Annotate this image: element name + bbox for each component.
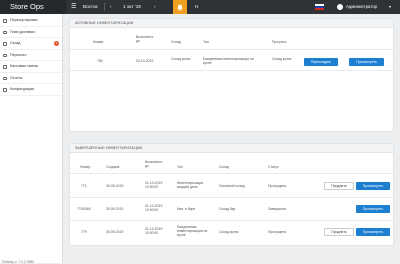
- sidebar: Пересортировки План доставки Склад 1 Перс…: [0, 14, 63, 264]
- column-header: Номер: [93, 40, 104, 44]
- column-header: Номер: [80, 165, 91, 169]
- sidebar-item-label: План доставки: [10, 29, 35, 34]
- cell-type: Ежедневная инвентаризация на кухне: [203, 57, 254, 65]
- cell-due: 02-10-2019: [136, 59, 154, 63]
- sidebar-item-label: Конфигурация: [10, 87, 35, 91]
- view-button[interactable]: Просмотреть: [349, 58, 384, 66]
- extend-button[interactable]: Продлить: [324, 228, 354, 236]
- cash-icon: [3, 65, 7, 69]
- h-label[interactable]: Н: [195, 0, 198, 14]
- cell-warehouse: Склад кухни: [219, 230, 239, 234]
- completed-inventories-panel: ЗАВЕРШЕННЫЕ ИНВЕНТАРИЗАЦИИ Номер Создана…: [69, 143, 394, 246]
- view-button[interactable]: Просмотреть: [356, 205, 390, 213]
- divider: [70, 197, 393, 198]
- calendar-icon: [3, 30, 7, 34]
- cell-created: 30-09-2019: [106, 230, 124, 234]
- cell-number: 771: [81, 184, 87, 188]
- report-icon: [3, 76, 7, 80]
- cell-status: Пропущена: [268, 184, 287, 188]
- tag-icon: [3, 19, 7, 23]
- chevron-right-icon[interactable]: ›: [154, 0, 156, 14]
- column-header: Прогресс: [272, 40, 287, 44]
- column-header: Склад: [171, 40, 181, 44]
- cell-type: Инвентаризация каждый день: [177, 181, 204, 189]
- chevron-left-icon[interactable]: ‹: [110, 0, 112, 14]
- column-header: Создана: [106, 165, 120, 169]
- version-text: DotWay v. 7.0.2.3982: [2, 260, 35, 264]
- sidebar-item-warehouse[interactable]: Склад 1: [0, 38, 62, 50]
- column-header: Статус: [268, 165, 279, 169]
- cell-type: Ежедневная инвентаризация на кухне: [177, 225, 208, 237]
- recreate-button[interactable]: Пересоздать: [304, 58, 338, 66]
- bell-icon: [177, 4, 183, 11]
- divider: [70, 220, 393, 221]
- cell-due: 01-10-2019 10:00:00: [145, 227, 163, 235]
- extend-button[interactable]: Продлить: [324, 182, 354, 190]
- column-header: Тип: [177, 165, 183, 169]
- cell-status: Пропущена: [268, 230, 287, 234]
- sidebar-item-label: Персонал: [10, 52, 27, 57]
- user-name[interactable]: Администратор: [346, 0, 377, 14]
- panel-title: АКТИВНЫЕ ИНВЕНТАРИЗАЦИИ: [70, 19, 393, 28]
- notification-badge: 1: [54, 41, 59, 46]
- sidebar-item-configuration[interactable]: Конфигурация: [0, 84, 62, 96]
- cell-number: 779: [81, 230, 87, 234]
- column-header: Выполнить до: [145, 160, 163, 168]
- date-selector[interactable]: 1 окт '19: [123, 0, 141, 14]
- sidebar-item-staff[interactable]: Персонал: [0, 50, 62, 61]
- view-button[interactable]: Просмотреть: [356, 228, 390, 236]
- chevron-down-icon[interactable]: ▾: [389, 0, 391, 14]
- cell-due: 01-10-2019 10:00:00: [145, 181, 163, 189]
- cell-created: 30-09-2019: [106, 207, 124, 211]
- cell-number: 780: [97, 59, 103, 63]
- sidebar-item-regrading[interactable]: Пересортировки: [0, 15, 62, 27]
- column-header: Выполнить до: [136, 35, 154, 43]
- active-inventories-panel: АКТИВНЫЕ ИНВЕНТАРИЗАЦИИ Номер Выполнить …: [69, 18, 394, 132]
- column-header: Склад: [219, 165, 229, 169]
- divider: [104, 3, 105, 11]
- user-icon[interactable]: [337, 4, 343, 10]
- cell-warehouse: Основной склад: [219, 184, 245, 188]
- sidebar-item-cash-shifts[interactable]: Кассовые смены: [0, 61, 62, 73]
- view-button[interactable]: Просмотреть: [356, 182, 390, 190]
- cell-created: 30-09-2019: [106, 184, 124, 188]
- column-header: Тип: [203, 40, 209, 44]
- store-selector[interactable]: Восток: [83, 0, 98, 14]
- divider: [70, 70, 393, 71]
- gear-icon: [3, 88, 7, 92]
- hamburger-icon[interactable]: ☰: [71, 3, 76, 10]
- cell-number: 77A0065: [77, 207, 91, 211]
- people-icon: [3, 53, 7, 57]
- sidebar-item-delivery-plan[interactable]: План доставки: [0, 27, 62, 38]
- sidebar-item-label: Пересортировки: [10, 18, 38, 22]
- brand-logo[interactable]: Store Ops: [0, 0, 66, 14]
- sidebar-item-reports[interactable]: Отчеты: [0, 73, 62, 84]
- box-icon: [3, 42, 7, 46]
- sidebar-item-label: Отчеты: [10, 75, 23, 80]
- flag-icon[interactable]: [315, 4, 324, 10]
- cell-progress: Склад кухни: [272, 57, 292, 61]
- divider: [70, 49, 393, 50]
- top-bar: Store Ops ☰ Восток ‹ 1 окт '19 › Н Админ…: [0, 0, 400, 14]
- sidebar-item-label: Склад: [10, 41, 21, 45]
- panel-title: ЗАВЕРШЕННЫЕ ИНВЕНТАРИЗАЦИИ: [70, 144, 393, 153]
- cell-type: Инв. в баре: [177, 207, 196, 211]
- notifications-button[interactable]: [173, 0, 187, 14]
- cell-status: Завершена: [268, 207, 286, 211]
- sidebar-item-label: Кассовые смены: [10, 64, 39, 68]
- divider: [70, 173, 393, 174]
- cell-due: 01-10-2019 10:00:00: [145, 204, 163, 212]
- cell-warehouse: Склад бар: [219, 207, 236, 211]
- cell-warehouse: Склад кухни: [171, 57, 191, 61]
